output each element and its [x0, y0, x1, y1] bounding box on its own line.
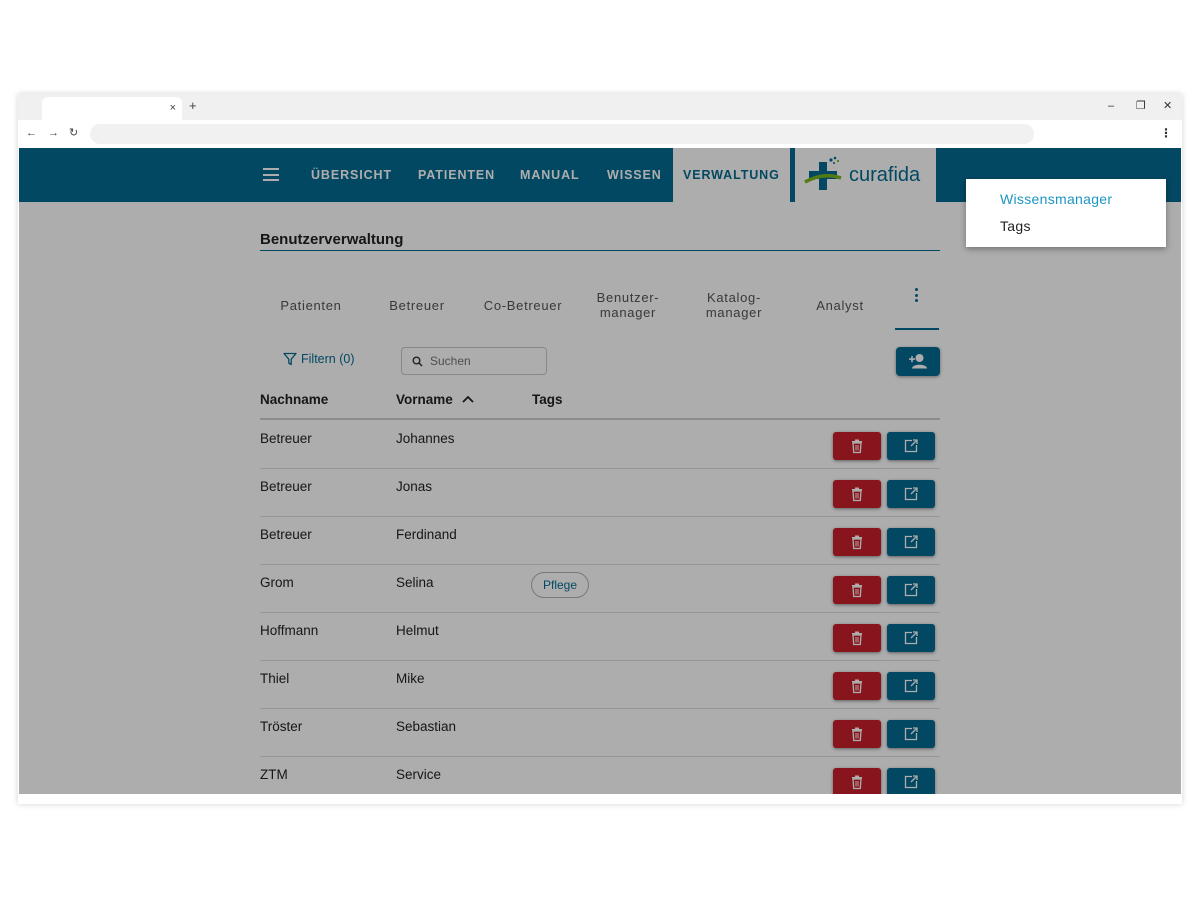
new-tab-button[interactable]: + — [189, 99, 197, 113]
browser-address-bar: ← → ↻ ⋮ — [18, 120, 1182, 148]
close-tab-icon[interactable]: × — [170, 101, 176, 115]
url-field[interactable] — [90, 124, 1034, 144]
browser-menu-icon[interactable]: ⋮ — [1160, 126, 1172, 140]
forward-icon[interactable]: → — [48, 127, 59, 139]
reload-icon[interactable]: ↻ — [69, 127, 78, 139]
overflow-dropdown-menu: Wissensmanager Tags — [966, 179, 1166, 247]
back-icon[interactable]: ← — [26, 127, 37, 139]
minimize-button[interactable]: – — [1108, 100, 1114, 112]
restore-button[interactable]: ❐ — [1136, 100, 1146, 112]
browser-tab-strip: × + – ❐ ✕ — [18, 94, 1182, 120]
menu-item-tags[interactable]: Tags — [1000, 218, 1031, 234]
menu-item-wissensmanager[interactable]: Wissensmanager — [1000, 191, 1112, 207]
close-window-button[interactable]: ✕ — [1163, 100, 1172, 112]
browser-tab[interactable]: × — [42, 97, 182, 120]
